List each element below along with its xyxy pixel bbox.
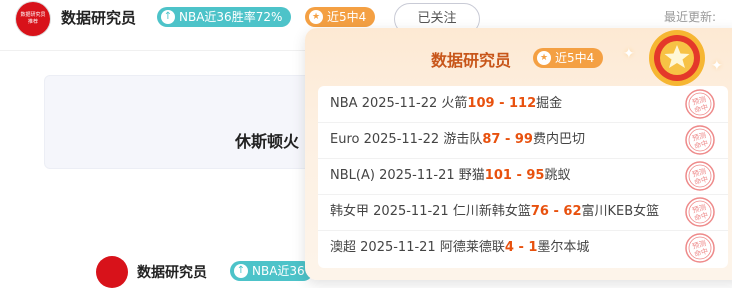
win-rate-label: NBA近36 (252, 264, 305, 278)
list-item[interactable]: 韩女甲 2025-11-21 仁川新韩女篮76 - 62富川KEB女篮 预测 命… (318, 194, 728, 231)
streak-label: 近5中4 (327, 10, 367, 24)
win-rate-label: NBA近36胜率72% (179, 10, 283, 24)
match-title: 休斯顿火 (235, 132, 300, 151)
recent-record-popup: 数据研究员 ★ 近5中4 ✦ ✦ NBA 2025-11-22 火箭109 - … (305, 28, 732, 280)
popup-title: 数据研究员 (431, 51, 512, 70)
hit-stamp-icon: 预测 命中 (685, 197, 715, 227)
hit-stamp-icon: 预测 命中 (685, 161, 715, 191)
last-update-label: 最近更新: (664, 10, 717, 24)
streak-badge: ★ 近5中4 (533, 48, 604, 68)
avatar-text-1: 数据研究员 (20, 12, 46, 18)
record-text: NBL(A) 2025-11-21 野猫101 - 95跳蚁 (330, 168, 571, 183)
list-item[interactable]: 澳超 2025-11-21 阿德莱德联4 - 1墨尔本城 预测 命中 (318, 230, 728, 266)
sparkle-icon: ✦ (711, 58, 723, 74)
record-text: 韩女甲 2025-11-21 仁川新韩女篮76 - 62富川KEB女篮 (330, 204, 660, 219)
trend-up-icon: ↑ (234, 264, 248, 278)
avatar-text-2: 推荐 (27, 19, 38, 25)
win-rate-badge: ↑ NBA近36胜率72% (157, 7, 292, 27)
username[interactable]: 数据研究员 (61, 7, 136, 28)
trend-up-icon: ↑ (161, 10, 175, 24)
username[interactable]: 数据研究员 (137, 262, 207, 282)
record-text: Euro 2025-11-22 游击队87 - 99费内巴切 (330, 132, 585, 147)
avatar[interactable]: 数据研究员 推荐 (16, 2, 50, 36)
hit-stamp-icon: 预测 命中 (685, 89, 715, 119)
win-rate-badge: ↑ NBA近36 (230, 261, 313, 281)
record-text: NBA 2025-11-22 火箭109 - 112掘金 (330, 96, 563, 111)
avatar[interactable] (96, 256, 128, 288)
record-list: NBA 2025-11-22 火箭109 - 112掘金 预测 命中 Euro … (318, 86, 728, 268)
streak-badge: ★ 近5中4 (305, 7, 376, 27)
list-item[interactable]: Euro 2025-11-22 游击队87 - 99费内巴切 预测 命中 (318, 122, 728, 159)
star-icon: ★ (537, 51, 551, 65)
streak-label: 近5中4 (555, 51, 595, 65)
record-text: 澳超 2025-11-21 阿德莱德联4 - 1墨尔本城 (330, 240, 590, 255)
star-icon: ★ (309, 10, 323, 24)
hit-stamp-icon: 预测 命中 (685, 233, 715, 263)
list-item[interactable]: NBA 2025-11-22 火箭109 - 112掘金 预测 命中 (318, 86, 728, 123)
hit-stamp-icon: 预测 命中 (685, 125, 715, 155)
list-item[interactable]: NBL(A) 2025-11-21 野猫101 - 95跳蚁 预测 命中 (318, 158, 728, 195)
sparkle-icon: ✦ (623, 46, 635, 62)
